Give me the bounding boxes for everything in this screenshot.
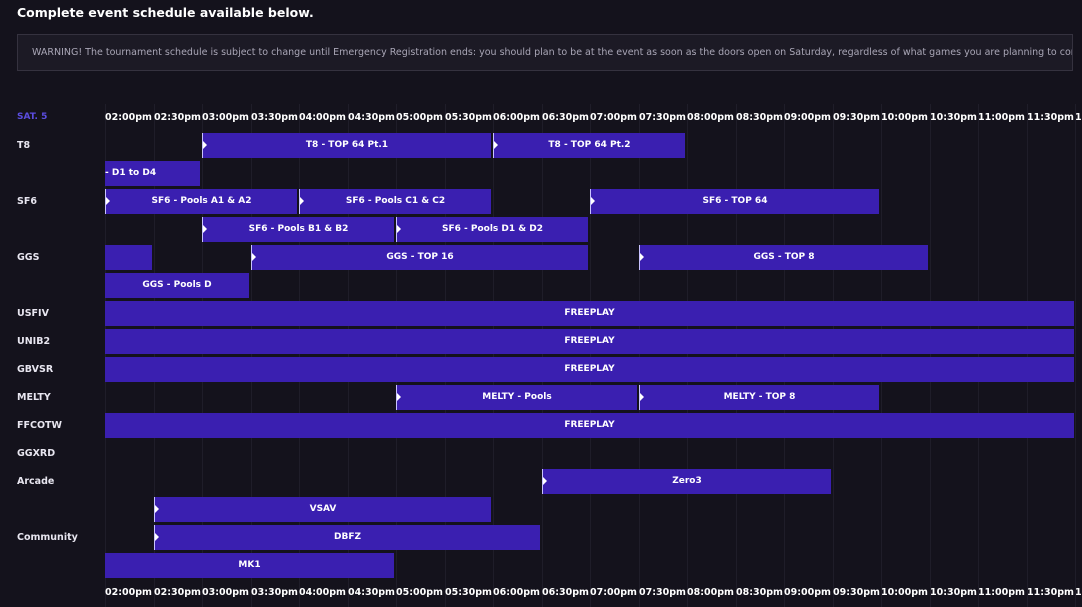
- day-label: SAT. 5: [17, 112, 48, 122]
- row-label-sf6: SF6: [17, 196, 37, 207]
- event-bar[interactable]: SF6 - Pools A1 & A2: [105, 189, 297, 214]
- time-header-top: 12: [1075, 112, 1082, 123]
- event-bar[interactable]: GGS - TOP 8: [639, 245, 928, 270]
- grid-line: [930, 104, 931, 607]
- time-header-bottom: 09:00pm: [784, 587, 831, 598]
- event-bar[interactable]: SF6 - Pools B1 & B2: [202, 217, 394, 242]
- event-bar[interactable]: Zero3: [542, 469, 831, 494]
- time-header-bottom: 10:30pm: [930, 587, 977, 598]
- row-label-community: Community: [17, 532, 78, 543]
- time-header-top: 11:30pm: [1027, 112, 1074, 123]
- time-header-top: 05:30pm: [445, 112, 492, 123]
- event-bar[interactable]: GGS - TOP 16: [251, 245, 588, 270]
- row-label-ggxrd: GGXRD: [17, 448, 56, 459]
- event-bar[interactable]: T8 - TOP 64 Pt.1: [202, 133, 491, 158]
- time-header-top: 06:30pm: [542, 112, 589, 123]
- time-header-top: 04:30pm: [348, 112, 395, 123]
- event-bar[interactable]: MK1: [105, 553, 394, 578]
- event-bar[interactable]: SF6 - TOP 64: [590, 189, 879, 214]
- time-header-bottom: 11:00pm: [978, 587, 1025, 598]
- warning-notice: WARNING! The tournament schedule is subj…: [17, 34, 1073, 71]
- time-header-top: 05:00pm: [396, 112, 443, 123]
- time-header-top: 06:00pm: [493, 112, 540, 123]
- row-label-arcade: Arcade: [17, 476, 55, 487]
- event-bar[interactable]: FREEPLAY: [105, 329, 1074, 354]
- event-bar[interactable]: GGS - Pools D: [105, 273, 249, 298]
- grid-line: [784, 104, 785, 607]
- time-header-top: 10:30pm: [930, 112, 977, 123]
- time-header-top: 04:00pm: [299, 112, 346, 123]
- grid-line: [639, 104, 640, 607]
- event-bar[interactable]: FREEPLAY: [105, 301, 1074, 326]
- time-header-bottom: 11:30pm: [1027, 587, 1074, 598]
- grid-line: [978, 104, 979, 607]
- time-header-top: 10:00pm: [881, 112, 928, 123]
- event-bar[interactable]: SF6 - Pools C1 & C2: [299, 189, 491, 214]
- time-header-top: 09:30pm: [833, 112, 880, 123]
- grid-line: [1075, 104, 1076, 607]
- time-header-bottom: 02:00pm: [105, 587, 152, 598]
- time-header-top: 02:30pm: [154, 112, 201, 123]
- time-header-bottom: 10:00pm: [881, 587, 928, 598]
- event-bar[interactable]: FREEPLAY: [105, 357, 1074, 382]
- time-header-bottom: 05:00pm: [396, 587, 443, 598]
- time-header-top: 03:30pm: [251, 112, 298, 123]
- row-label-usfiv: USFIV: [17, 308, 49, 319]
- grid-line: [1027, 104, 1028, 607]
- time-header-bottom: 05:30pm: [445, 587, 492, 598]
- grid-line: [687, 104, 688, 607]
- time-header-top: 09:00pm: [784, 112, 831, 123]
- time-header-bottom: 09:30pm: [833, 587, 880, 598]
- time-header-bottom: 08:30pm: [736, 587, 783, 598]
- row-label-unib2: UNIB2: [17, 336, 51, 347]
- time-header-bottom: 07:00pm: [590, 587, 637, 598]
- time-header-bottom: 04:30pm: [348, 587, 395, 598]
- event-bar[interactable]: - D1 to D4: [105, 161, 200, 186]
- event-bar[interactable]: DBFZ: [154, 525, 540, 550]
- row-label-t8: T8: [17, 140, 31, 151]
- time-header-bottom: 02:30pm: [154, 587, 201, 598]
- event-bar[interactable]: MELTY - TOP 8: [639, 385, 879, 410]
- time-header-top: 07:30pm: [639, 112, 686, 123]
- row-label-gbvsr: GBVSR: [17, 364, 54, 375]
- time-header-top: 02:00pm: [105, 112, 152, 123]
- row-label-ggs: GGS: [17, 252, 40, 263]
- event-bar[interactable]: FREEPLAY: [105, 413, 1074, 438]
- schedule-grid: SAT. 5 02:00pm 02:30pm 03:00pm 03:30pm 04:00…: [0, 104, 1082, 607]
- time-header-bottom: 03:00pm: [202, 587, 249, 598]
- time-header-bottom: 03:30pm: [251, 587, 298, 598]
- grid-line: [590, 104, 591, 607]
- event-bar[interactable]: MELTY - Pools: [396, 385, 637, 410]
- row-label-melty: MELTY: [17, 392, 51, 403]
- time-header-top: 11:00pm: [978, 112, 1025, 123]
- page-title: Complete event schedule available below.: [17, 5, 314, 20]
- time-header-bottom: 06:00pm: [493, 587, 540, 598]
- time-header-top: 08:30pm: [736, 112, 783, 123]
- row-label-ffcotw: FFCOTW: [17, 420, 62, 431]
- time-header-top: 03:00pm: [202, 112, 249, 123]
- time-header-top: 08:00pm: [687, 112, 734, 123]
- event-bar[interactable]: SF6 - Pools D1 & D2: [396, 217, 588, 242]
- event-bar[interactable]: VSAV: [154, 497, 491, 522]
- time-header-bottom: 12: [1075, 587, 1082, 598]
- time-header-top: 07:00pm: [590, 112, 637, 123]
- time-header-bottom: 06:30pm: [542, 587, 589, 598]
- grid-line: [542, 104, 543, 607]
- event-bar[interactable]: [105, 245, 152, 270]
- time-header-bottom: 07:30pm: [639, 587, 686, 598]
- time-header-bottom: 04:00pm: [299, 587, 346, 598]
- event-bar[interactable]: T8 - TOP 64 Pt.2: [493, 133, 685, 158]
- grid-line: [833, 104, 834, 607]
- grid-line: [881, 104, 882, 607]
- grid-line: [736, 104, 737, 607]
- time-header-bottom: 08:00pm: [687, 587, 734, 598]
- warning-text: WARNING! The tournament schedule is subj…: [32, 47, 1073, 58]
